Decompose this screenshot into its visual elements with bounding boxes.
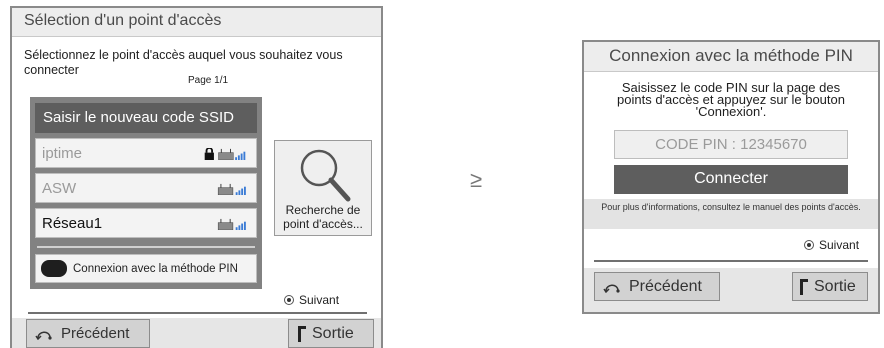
search-label: Recherche de point d'accès... <box>283 203 363 231</box>
transition-arrow: ≥ <box>470 167 483 192</box>
page-indicator: Page 1/1 <box>188 75 229 86</box>
list-divider <box>37 246 255 248</box>
footer-divider <box>28 312 367 314</box>
pin-code-field: CODE PIN : 12345670 <box>614 130 848 159</box>
access-point-name: ASW <box>42 180 77 197</box>
pin-method-dialog: Connexion avec la méthode PIN Saisissez … <box>582 40 880 314</box>
access-point-item-asw[interactable]: ASW <box>35 173 257 203</box>
exit-label: Sortie <box>312 324 354 342</box>
back-arrow-icon <box>603 284 620 293</box>
router-signal-icon <box>217 183 246 195</box>
back-button[interactable]: Précédent <box>594 272 720 301</box>
footer-divider <box>594 260 868 262</box>
instruction-text: Sélectionnez le point d'accès auquel vou… <box>24 48 343 77</box>
exit-icon <box>800 278 808 295</box>
access-point-name: iptime <box>42 145 83 162</box>
lock-router-signal-icon <box>204 148 246 160</box>
new-ssid-button[interactable]: Saisir le nouveau code SSID <box>35 103 257 133</box>
access-point-name: Réseau1 <box>42 215 103 232</box>
access-point-item-reseau1[interactable]: Réseau1 <box>35 208 257 238</box>
next-label: Suivant <box>299 293 340 307</box>
pin-instruction-text: Saisissez le code PIN sur la page des po… <box>617 80 845 119</box>
back-button[interactable]: Précédent <box>26 319 150 348</box>
router-signal-icon <box>217 218 246 230</box>
info-text: Pour plus d'informations, consultez le m… <box>584 199 878 229</box>
pin-method-label: Connexion avec la méthode PIN <box>73 262 238 275</box>
pin-method-button[interactable]: Connexion avec la méthode PIN <box>35 254 257 283</box>
next-option[interactable]: Suivant <box>284 293 339 307</box>
exit-button[interactable]: Sortie <box>288 319 374 348</box>
dialog-title: Connexion avec la méthode PIN <box>584 42 878 72</box>
dialog-title: Sélection d'un point d'accès <box>12 8 381 37</box>
exit-icon <box>298 325 306 342</box>
next-label: Suivant <box>819 238 860 252</box>
next-option[interactable]: Suivant <box>804 238 859 252</box>
access-point-item-iptime[interactable]: iptime <box>35 138 257 168</box>
access-point-list: Saisir le nouveau code SSID iptime ASW R… <box>30 97 262 289</box>
magnifier-icon <box>300 149 351 202</box>
connect-button[interactable]: Connecter <box>614 165 848 194</box>
back-arrow-icon <box>35 331 52 340</box>
search-access-point-button[interactable]: Recherche de point d'accès... <box>274 140 372 236</box>
back-label: Précédent <box>629 277 702 295</box>
remote-button-icon <box>41 260 67 277</box>
back-label: Précédent <box>61 325 130 342</box>
exit-label: Sortie <box>814 277 856 295</box>
radio-icon <box>804 240 814 250</box>
access-point-selection-dialog: Sélection d'un point d'accès Sélectionne… <box>10 6 383 348</box>
exit-button[interactable]: Sortie <box>792 272 868 301</box>
radio-icon <box>284 295 294 305</box>
